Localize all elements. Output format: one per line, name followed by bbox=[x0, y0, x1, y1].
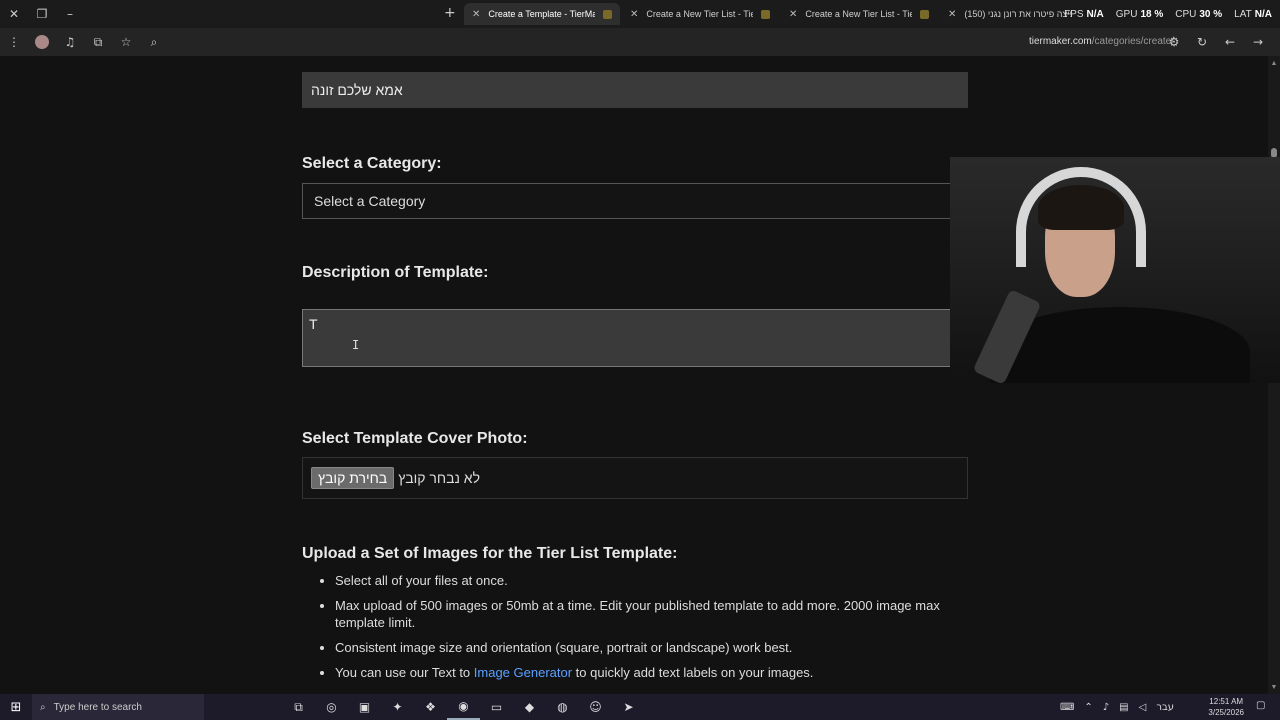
category-selected-value: Select a Category bbox=[314, 193, 426, 209]
upload-instructions-list: Select all of your files at once. Max up… bbox=[320, 572, 980, 689]
template-name-value: אמא שלכם זונה bbox=[311, 82, 403, 98]
volume-icon[interactable]: ◁ bbox=[1139, 702, 1147, 713]
performance-overlay: FPS N/A GPU 18 % CPU 30 % LAT N/A bbox=[1064, 9, 1272, 20]
gpu-value: 18 % bbox=[1140, 9, 1164, 20]
tab-close-icon[interactable]: ✕ bbox=[630, 9, 638, 20]
clock-time: 12:51 AM bbox=[1209, 697, 1244, 706]
vscode-icon[interactable]: ◆ bbox=[513, 694, 546, 720]
reload-icon[interactable]: ↻ bbox=[1188, 28, 1216, 56]
browser-window: ✕ ❐ – + ✕ Create a Template - TierMaker … bbox=[0, 0, 1280, 720]
lat-value: N/A bbox=[1254, 9, 1272, 20]
notification-icon[interactable]: ▢ bbox=[1256, 700, 1270, 714]
bookmark-star-icon[interactable]: ☆ bbox=[112, 28, 140, 56]
tab-title: Create a Template - TierMaker bbox=[488, 9, 595, 19]
task-view-icon[interactable]: ⧉ bbox=[282, 694, 315, 720]
edge-browser-icon[interactable]: ◎ bbox=[315, 694, 348, 720]
list-item: Select all of your files at once. bbox=[335, 572, 980, 589]
choose-file-button[interactable]: בחירת קובץ bbox=[311, 467, 395, 489]
description-textarea[interactable]: T bbox=[302, 309, 968, 367]
tab-title: Create a New Tier List - TierMa bbox=[646, 9, 753, 19]
menu-icon[interactable]: ⋮ bbox=[0, 28, 28, 56]
new-tab-button[interactable]: + bbox=[444, 5, 456, 21]
tab-new-tier-list-2[interactable]: ✕ Create a New Tier List - TierMa bbox=[781, 3, 937, 25]
store-icon[interactable]: ▣ bbox=[348, 694, 381, 720]
description-label: Description of Template: bbox=[302, 264, 489, 281]
extensions-icon[interactable]: ⧉ bbox=[84, 28, 112, 56]
scroll-down-icon[interactable]: ▼ bbox=[1270, 684, 1278, 691]
tab-new-tier-list-1[interactable]: ✕ Create a New Tier List - TierMa bbox=[622, 3, 778, 25]
template-name-input[interactable]: אמא שלכם זונה bbox=[302, 72, 968, 108]
network-icon[interactable]: ▤ bbox=[1119, 702, 1128, 713]
back-arrow-icon[interactable]: ← bbox=[1216, 28, 1244, 56]
keyboard-icon[interactable]: ⌨ bbox=[1060, 702, 1074, 713]
tiermaker-favicon-icon bbox=[761, 9, 770, 19]
tiermaker-favicon-icon bbox=[920, 9, 929, 19]
category-select[interactable]: Select a Category bbox=[302, 183, 968, 219]
fps-label: FPS bbox=[1064, 9, 1084, 20]
file-explorer-icon[interactable]: ▭ bbox=[480, 694, 513, 720]
description-value: T bbox=[309, 316, 318, 332]
upload-heading: Upload a Set of Images for the Tier List… bbox=[302, 545, 678, 562]
close-window-icon[interactable]: ✕ bbox=[0, 0, 28, 28]
gpu-label: GPU bbox=[1115, 9, 1138, 20]
image-generator-link[interactable]: Image Generator bbox=[474, 665, 572, 680]
list-item: You can use our Text to Image Generator … bbox=[335, 664, 980, 681]
restore-window-icon[interactable]: ❐ bbox=[28, 0, 56, 28]
windows-start-icon[interactable]: ⊞ bbox=[0, 694, 32, 720]
tiermaker-favicon-icon bbox=[603, 9, 612, 19]
clock-date: 3/25/2026 bbox=[1208, 708, 1244, 717]
steam-icon[interactable]: ➤ bbox=[612, 694, 645, 720]
media-icon[interactable]: ♫ bbox=[56, 28, 84, 56]
language-indicator[interactable]: עבר bbox=[1156, 702, 1174, 713]
list-item: Max upload of 500 images or 50mb at a ti… bbox=[335, 597, 980, 631]
address-bar[interactable]: tiermaker.com/categories/create/ bbox=[1029, 36, 1174, 47]
search-icon: ⌕ bbox=[40, 701, 46, 713]
tab-title: (150) פיצה פיטרו את רונן נגני ( bbox=[964, 9, 1072, 19]
tab-create-template[interactable]: ✕ Create a Template - TierMaker bbox=[464, 3, 620, 25]
url-domain: tiermaker.com bbox=[1028, 36, 1092, 47]
copilot-icon[interactable]: ✦ bbox=[381, 694, 414, 720]
webcam-overlay bbox=[950, 157, 1280, 383]
tab-strip: ✕ ❐ – + ✕ Create a Template - TierMaker … bbox=[0, 0, 1280, 28]
chrome-browser-icon[interactable]: ◉ bbox=[447, 694, 480, 720]
copilot-app-icon[interactable]: ❖ bbox=[414, 694, 447, 720]
profile-avatar[interactable] bbox=[28, 28, 56, 56]
minimize-window-icon[interactable]: – bbox=[56, 0, 84, 28]
fps-value: N/A bbox=[1086, 9, 1104, 20]
list-item: Consistent image size and orientation (s… bbox=[335, 639, 980, 656]
tab-close-icon[interactable]: ✕ bbox=[948, 9, 956, 20]
zoom-icon[interactable]: ⌕ bbox=[140, 28, 168, 56]
cover-photo-file-input: בחירת קובץ לא נבחר קובץ bbox=[302, 457, 968, 499]
text-generator-prefix: You can use our Text to bbox=[335, 665, 474, 680]
person-hair-shape bbox=[1038, 185, 1124, 230]
text-cursor-icon: I bbox=[352, 338, 360, 352]
file-status: לא נבחר קובץ bbox=[398, 470, 481, 486]
lat-label: LAT bbox=[1234, 9, 1252, 20]
windows-taskbar: ⊞ ⌕ Type here to search ⧉ ◎ ▣ ✦ ❖ ◉ ▭ ◆ … bbox=[0, 694, 1280, 720]
tab-close-icon[interactable]: ✕ bbox=[472, 9, 480, 20]
address-toolbar: ⋮ ♫ ⧉ ☆ ⌕ tiermaker.com/categories/creat… bbox=[0, 28, 1280, 56]
search-placeholder: Type here to search bbox=[53, 701, 142, 713]
tab-close-icon[interactable]: ✕ bbox=[789, 9, 797, 20]
tab-title: Create a New Tier List - TierMa bbox=[805, 9, 912, 19]
taskbar-search-box[interactable]: ⌕ Type here to search bbox=[32, 694, 204, 720]
cpu-value: 30 % bbox=[1199, 9, 1223, 20]
category-label: Select a Category: bbox=[302, 155, 442, 172]
system-clock[interactable]: 12:51 AM 3/25/2026 bbox=[1208, 696, 1244, 718]
scroll-up-icon[interactable]: ▲ bbox=[1270, 60, 1278, 67]
obs-icon[interactable]: ◍ bbox=[546, 694, 579, 720]
site-settings-icon[interactable]: ⚙ bbox=[1160, 28, 1188, 56]
tab-youtube-1[interactable]: ✕ (150) פיצה פיטרו את רונן נגני ( bbox=[940, 3, 1080, 25]
cover-photo-label: Select Template Cover Photo: bbox=[302, 430, 528, 447]
text-generator-suffix: to quickly add text labels on your image… bbox=[572, 665, 814, 680]
forward-arrow-icon[interactable]: → bbox=[1244, 28, 1272, 56]
cpu-label: CPU bbox=[1175, 9, 1197, 20]
microphone-icon[interactable]: ♪ bbox=[1103, 702, 1109, 713]
discord-icon[interactable]: ☺ bbox=[579, 694, 612, 720]
tray-chevron-up-icon[interactable]: ⌃ bbox=[1084, 702, 1092, 713]
